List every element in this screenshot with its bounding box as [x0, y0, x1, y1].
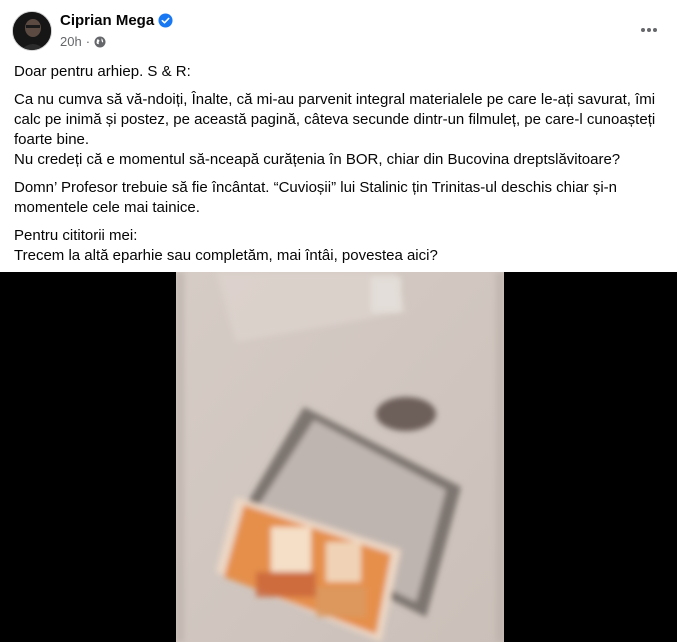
post-paragraph: Ca nu cumva să vă-ndoiți, Înalte, că mi-…: [14, 90, 664, 170]
post-video[interactable]: [0, 272, 677, 642]
facebook-post: Ciprian Mega 20h · Doar pentru arhiep. S…: [0, 0, 677, 642]
post-text: Doar pentru arhiep. S & R: Ca nu cumva s…: [14, 62, 664, 274]
post-paragraph: Pentru cititorii mei: Trecem la altă epa…: [14, 226, 664, 266]
more-options-icon: [641, 28, 657, 32]
author-avatar[interactable]: [12, 11, 52, 51]
post-text-line: Nu credeți că e momentul să-nceapă curăț…: [14, 151, 621, 168]
post-meta: 20h ·: [60, 34, 106, 49]
post-paragraph: Doar pentru arhiep. S & R:: [14, 62, 664, 82]
more-options-button[interactable]: [635, 16, 663, 44]
post-text-line: Trecem la altă eparhie sau completăm, ma…: [14, 247, 438, 264]
post-paragraph: Domn’ Profesor trebuie să fie încântat. …: [14, 178, 664, 218]
video-still-image: [176, 272, 504, 642]
globe-icon[interactable]: [94, 36, 106, 48]
verified-badge-icon: [158, 13, 173, 28]
post-text-line: Pentru cititorii mei:: [14, 227, 138, 244]
post-header: Ciprian Mega 20h ·: [0, 0, 677, 60]
post-timestamp[interactable]: 20h: [60, 34, 82, 49]
author-name-row: Ciprian Mega: [60, 12, 173, 29]
author-name[interactable]: Ciprian Mega: [60, 12, 154, 29]
post-text-line: Doar pentru arhiep. S & R:: [14, 63, 191, 80]
video-frame[interactable]: [176, 272, 504, 642]
post-text-line: Domn’ Profesor trebuie să fie încântat. …: [14, 179, 618, 216]
meta-separator: ·: [85, 34, 91, 49]
avatar-image: [13, 12, 51, 50]
post-text-line: Ca nu cumva să vă-ndoiți, Înalte, că mi-…: [14, 91, 656, 148]
